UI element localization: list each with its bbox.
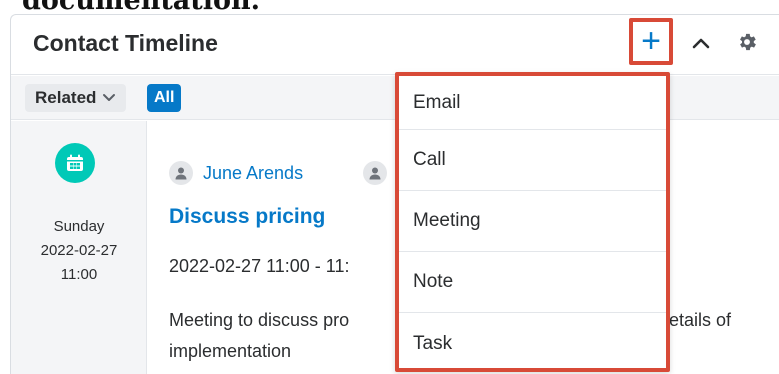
gear-icon — [740, 33, 756, 51]
event-day: Sunday — [53, 218, 105, 235]
person-name: June Arends — [203, 162, 304, 183]
related-filter-label: Related — [35, 88, 97, 107]
menu-item-call[interactable]: Call — [399, 130, 666, 191]
all-filter-button[interactable]: All — [147, 84, 182, 112]
calendar-icon — [55, 143, 95, 183]
second-person-link[interactable] — [363, 161, 387, 185]
menu-item-email[interactable]: Email — [399, 76, 666, 130]
assigned-person-link[interactable]: June Arends — [169, 161, 303, 185]
description-line2: implementation — [169, 341, 292, 361]
event-date: Sunday 2022-02-27 11:00 — [11, 215, 147, 287]
related-filter-dropdown[interactable]: Related — [25, 84, 127, 112]
event-date-value: 2022-02-27 — [40, 242, 118, 259]
dashlet-header: Contact Timeline + — [11, 15, 779, 75]
chevron-down-icon — [103, 94, 116, 101]
person-icon — [169, 161, 193, 185]
menu-item-meeting[interactable]: Meeting — [399, 191, 666, 252]
event-description: Meeting to discuss pro etails of implemen… — [169, 305, 731, 367]
chevron-up-icon — [692, 38, 710, 49]
dashlet-title: Contact Timeline — [33, 30, 218, 56]
person-icon — [363, 161, 387, 185]
plus-icon: + — [641, 22, 661, 60]
description-line1-start: Meeting to discuss pro — [169, 310, 350, 330]
collapse-button[interactable] — [687, 29, 715, 57]
menu-item-note[interactable]: Note — [399, 252, 666, 313]
event-title-link[interactable]: Discuss pricing — [169, 205, 325, 229]
menu-item-task[interactable]: Task — [399, 313, 666, 374]
add-button[interactable]: + — [630, 18, 672, 64]
settings-button[interactable] — [733, 28, 761, 56]
add-record-menu: Email Call Meeting Note Task — [395, 72, 670, 372]
description-line1-end: etails of — [669, 310, 732, 330]
event-time-range: 2022-02-27 11:00 - 11: — [169, 256, 350, 276]
timeline-date-rail: Sunday 2022-02-27 11:00 — [11, 121, 147, 374]
event-time: 11:00 — [60, 266, 98, 283]
